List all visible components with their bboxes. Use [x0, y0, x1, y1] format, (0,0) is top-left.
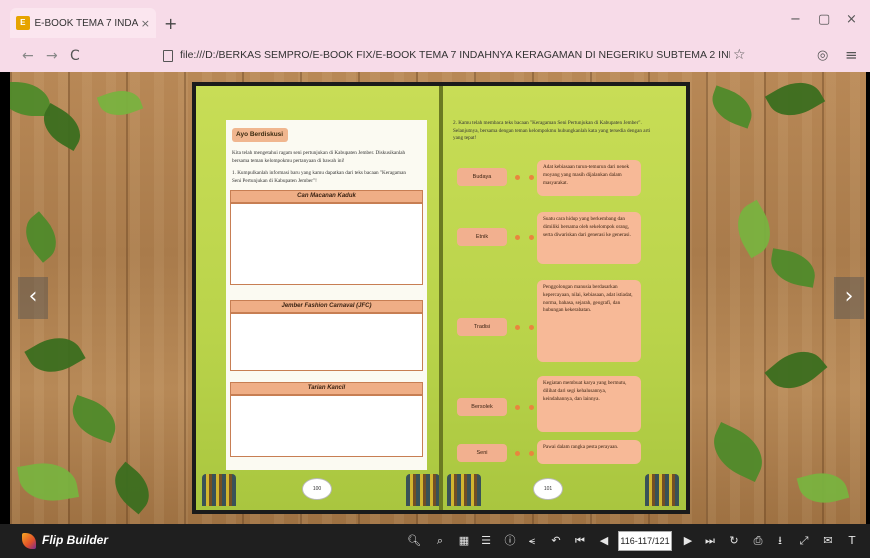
activity-label: Ayo Berdiskusi	[232, 128, 288, 142]
pocket-icon[interactable]: ◎	[817, 48, 828, 63]
browser-tabbar: E E-BOOK TEMA 7 INDAHNYA K × + − ▢ ×	[0, 0, 870, 40]
definition-box[interactable]: Kegiatan membuat karya yang bermutu, dil…	[537, 376, 641, 432]
cartoon-figures-illustration	[202, 474, 236, 506]
table-of-contents-icon[interactable]: ☰	[478, 533, 494, 549]
connector-dot[interactable]	[529, 451, 534, 456]
leaf-decoration	[104, 461, 160, 515]
left-intro-text: Kita telah mengetahui ragam seni pertunj…	[232, 150, 406, 164]
previous-page-icon[interactable]: ◀	[596, 533, 612, 549]
last-page-icon[interactable]: ⏭	[702, 533, 718, 549]
leaf-decoration	[65, 394, 123, 444]
tab-favicon-icon: E	[16, 16, 30, 30]
cartoon-figures-illustration	[447, 474, 481, 506]
leaf-decoration	[24, 326, 86, 384]
download-icon[interactable]: ⭳	[772, 533, 788, 549]
connector-dot[interactable]	[529, 175, 534, 180]
flipbook-viewport: ‹ › Ayo Berdiskusi Kita telah mengetahui…	[10, 72, 866, 524]
close-window-button[interactable]: ×	[846, 12, 857, 27]
thumbnails-icon[interactable]: ▦	[456, 533, 472, 549]
right-question-text: 2. Kamu telah membaca teks bacaan "Kerag…	[453, 120, 651, 141]
forward-button[interactable]: →	[46, 48, 58, 64]
section-heading: Jember Fashion Carnaval (JFC)	[230, 300, 423, 313]
definition-box[interactable]: Suatu cara hidup yang berkembang dan dim…	[537, 212, 641, 264]
address-bar: ← → C file:///D:/BERKAS SEMPRO/E-BOOK FI…	[0, 40, 870, 72]
answer-box[interactable]	[230, 313, 423, 371]
flipbook-toolbar: Flip Builder 🔍︎ ⌕ ▦ ☰ ⓘ ⪪ ↶ ⏮ ◀ 116-117/…	[0, 524, 870, 558]
cartoon-figures-illustration	[406, 474, 439, 506]
term-box[interactable]: Seni	[457, 444, 507, 462]
leaf-decoration	[16, 211, 66, 263]
page-number: 100	[302, 478, 332, 500]
undo-icon[interactable]: ↶	[548, 533, 564, 549]
text-icon[interactable]: T	[844, 533, 860, 549]
flip-builder-logo-icon	[22, 533, 36, 549]
zoom-in-icon[interactable]: 🔍︎	[406, 533, 422, 549]
section-heading: Can Macanan Kaduk	[230, 190, 423, 203]
right-page-sheet: 2. Kamu telah membaca teks bacaan "Kerag…	[453, 120, 664, 470]
section-heading: Tarian Kancil	[230, 382, 423, 395]
connector-dot[interactable]	[515, 175, 520, 180]
term-box[interactable]: Bersolek	[457, 398, 507, 416]
connector-dot[interactable]	[515, 405, 520, 410]
term-box[interactable]: Budaya	[457, 168, 507, 186]
print-icon[interactable]: ⎙	[750, 533, 766, 549]
help-icon[interactable]: ⓘ	[502, 533, 518, 549]
leaf-decoration	[16, 457, 80, 507]
connector-dot[interactable]	[515, 325, 520, 330]
back-button[interactable]: ←	[22, 48, 34, 64]
flipbook: Ayo Berdiskusi Kita telah mengetahui rag…	[192, 82, 690, 514]
browser-tab[interactable]: E E-BOOK TEMA 7 INDAHNYA K ×	[10, 8, 156, 38]
new-tab-button[interactable]: +	[164, 14, 177, 33]
brand-name: Flip Builder	[42, 533, 108, 547]
url-field[interactable]: file:///D:/BERKAS SEMPRO/E-BOOK FIX/E-BO…	[180, 49, 730, 61]
definition-box[interactable]: Pawai dalam rangka pesta perayaan.	[537, 440, 641, 464]
minimize-button[interactable]: −	[790, 12, 801, 27]
left-page[interactable]: Ayo Berdiskusi Kita telah mengetahui rag…	[196, 86, 439, 510]
term-box[interactable]: Tradisi	[457, 318, 507, 336]
answer-box[interactable]	[230, 203, 423, 285]
next-page-arrow[interactable]: ›	[834, 277, 864, 319]
connector-dot[interactable]	[515, 235, 520, 240]
term-box[interactable]: Etnik	[457, 228, 507, 246]
page-number: 101	[533, 478, 563, 500]
definition-box[interactable]: Adat kebiasaan turun-temurun dari nenek …	[537, 160, 641, 196]
left-instruction-text: 1. Kumpulkanlah informasi baru yang kamu…	[232, 170, 406, 184]
leaf-decoration	[704, 422, 772, 482]
next-page-icon[interactable]: ▶	[680, 533, 696, 549]
connector-dot[interactable]	[529, 405, 534, 410]
previous-page-arrow[interactable]: ‹	[18, 277, 48, 319]
expand-icon[interactable]: ⤢	[796, 533, 812, 549]
leaf-decoration	[706, 85, 758, 129]
reload-button[interactable]: C	[70, 48, 80, 64]
leaf-decoration	[10, 82, 50, 116]
right-page[interactable]: 2. Kamu telah membaca teks bacaan "Kerag…	[443, 86, 686, 510]
tab-close-icon[interactable]: ×	[141, 17, 150, 30]
zoom-out-icon[interactable]: ⌕	[432, 533, 448, 549]
bookmark-star-icon[interactable]: ☆	[733, 47, 746, 63]
connector-dot[interactable]	[529, 235, 534, 240]
leaf-decoration	[96, 83, 144, 123]
leaf-decoration	[764, 72, 826, 127]
tab-title: E-BOOK TEMA 7 INDAHNYA K	[34, 17, 139, 29]
page-number-input[interactable]: 116-117/121	[618, 531, 672, 551]
leaf-decoration	[796, 466, 850, 510]
share-icon[interactable]: ⪪	[524, 533, 540, 549]
email-icon[interactable]: ✉	[820, 533, 836, 549]
leaf-decoration	[764, 339, 828, 401]
cartoon-figures-illustration	[645, 474, 679, 506]
answer-box[interactable]	[230, 395, 423, 457]
connector-dot[interactable]	[515, 451, 520, 456]
first-page-icon[interactable]: ⏮	[572, 533, 588, 549]
left-page-sheet: Ayo Berdiskusi Kita telah mengetahui rag…	[226, 120, 427, 470]
menu-icon[interactable]: ≡	[845, 46, 858, 64]
leaf-decoration	[767, 248, 819, 288]
file-icon	[163, 50, 173, 62]
connector-dot[interactable]	[529, 325, 534, 330]
definition-box[interactable]: Penggolongan manusia berdasarkan keperca…	[537, 280, 641, 362]
fullscreen-icon[interactable]: ↻	[726, 533, 742, 549]
restore-button[interactable]: ▢	[818, 12, 830, 27]
